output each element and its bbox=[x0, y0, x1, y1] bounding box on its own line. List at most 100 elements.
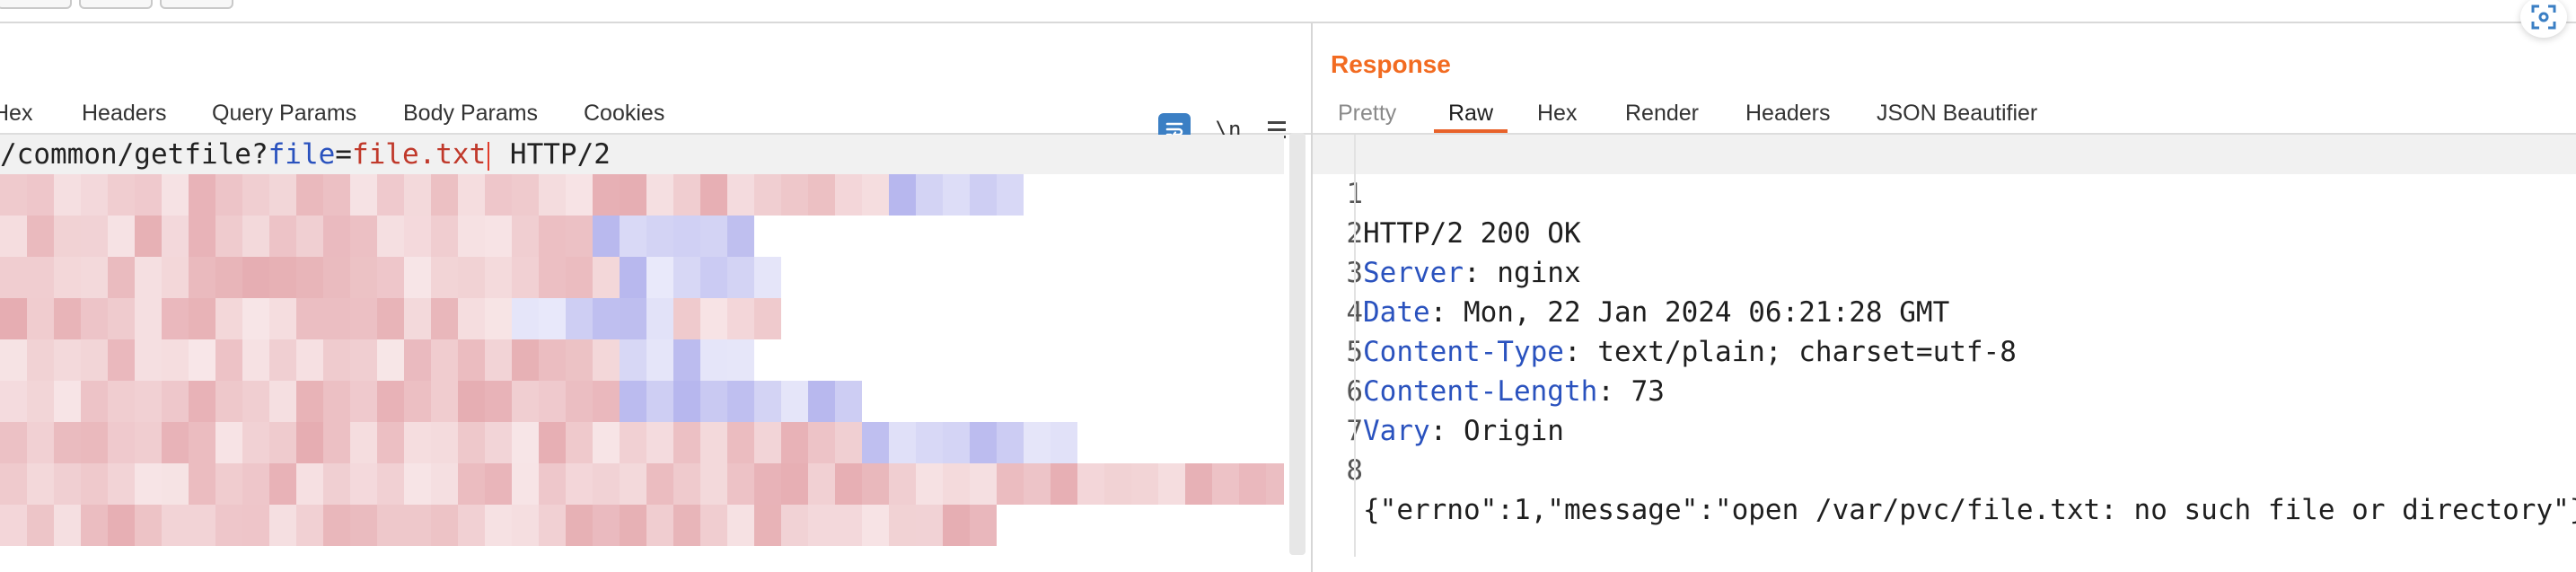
redaction-pixel bbox=[593, 381, 620, 422]
response-raw-view[interactable]: 1 HTTP/2 200 OK 2 Server: nginx 3 Date: … bbox=[1313, 135, 2576, 526]
redaction-pixel bbox=[727, 298, 754, 339]
redaction-pixel bbox=[808, 463, 835, 505]
redaction-pixel bbox=[81, 505, 108, 546]
redaction-pixel bbox=[673, 174, 700, 216]
redaction-pixel bbox=[620, 216, 646, 257]
redaction-pixel bbox=[593, 174, 620, 216]
redaction-pixel bbox=[673, 463, 700, 505]
redaction-pixel bbox=[27, 339, 54, 381]
response-tab-hex[interactable]: Hex bbox=[1537, 95, 1577, 131]
query-param-key: file bbox=[268, 138, 336, 171]
top-button-3[interactable] bbox=[160, 0, 233, 9]
redaction-pixel bbox=[350, 216, 377, 257]
request-tab-body-params[interactable]: Body Params bbox=[403, 95, 538, 131]
redaction-pixel bbox=[27, 216, 54, 257]
redaction-pixel bbox=[0, 463, 27, 505]
redaction-pixel bbox=[727, 174, 754, 216]
request-tab-cookies[interactable]: Cookies bbox=[584, 95, 664, 131]
redaction-pixel bbox=[808, 422, 835, 463]
top-button-1[interactable] bbox=[0, 0, 72, 9]
redaction-pixel bbox=[0, 505, 27, 546]
redaction-pixel bbox=[808, 381, 835, 422]
redaction-pixel bbox=[566, 257, 593, 298]
redaction-pixel bbox=[512, 298, 539, 339]
redaction-pixel bbox=[566, 463, 593, 505]
response-tab-json-beautifier[interactable]: JSON Beautifier bbox=[1877, 95, 2037, 131]
redaction-pixel bbox=[889, 422, 916, 463]
redaction-pixel bbox=[162, 216, 189, 257]
request-tab-query-params[interactable]: Query Params bbox=[212, 95, 356, 131]
request-scrollbar[interactable] bbox=[1289, 133, 1306, 555]
redaction-pixel bbox=[835, 381, 862, 422]
response-tab-pretty[interactable]: Pretty bbox=[1338, 95, 1396, 131]
redaction-pixel bbox=[835, 422, 862, 463]
redaction-pixel bbox=[269, 422, 296, 463]
redaction-pixel bbox=[269, 174, 296, 216]
redaction-pixel bbox=[135, 339, 162, 381]
top-button-2[interactable] bbox=[79, 0, 153, 9]
redaction-pixel bbox=[781, 463, 808, 505]
redaction-pixel bbox=[889, 463, 916, 505]
redaction-pixel bbox=[54, 216, 81, 257]
redaction-pixel bbox=[727, 422, 754, 463]
redaction-pixel bbox=[215, 505, 242, 546]
redaction-pixel bbox=[323, 381, 350, 422]
redaction-pixel bbox=[620, 257, 646, 298]
redaction-pixel bbox=[566, 422, 593, 463]
redaction-pixel bbox=[269, 463, 296, 505]
redaction-pixel bbox=[81, 339, 108, 381]
response-title: Response bbox=[1331, 50, 1451, 78]
redaction-pixel bbox=[350, 339, 377, 381]
redaction-pixel bbox=[539, 339, 566, 381]
response-tab-headers[interactable]: Headers bbox=[1745, 95, 1831, 131]
redaction-pixel bbox=[512, 381, 539, 422]
request-tab-hex[interactable]: Hex bbox=[0, 95, 32, 131]
redaction-pixel bbox=[135, 216, 162, 257]
redaction-pixel bbox=[916, 505, 943, 546]
redaction-pixel bbox=[431, 298, 458, 339]
redaction-pixel bbox=[296, 174, 323, 216]
redaction-pixel bbox=[673, 339, 700, 381]
redaction-pixel bbox=[0, 174, 27, 216]
redaction-pixel bbox=[162, 339, 189, 381]
redaction-pixel bbox=[377, 505, 404, 546]
redaction-pixel bbox=[215, 381, 242, 422]
redaction-pixel bbox=[323, 463, 350, 505]
redaction-pixel bbox=[620, 298, 646, 339]
redaction-pixel bbox=[700, 422, 727, 463]
redaction-pixel bbox=[108, 505, 135, 546]
redaction-pixel bbox=[431, 505, 458, 546]
redaction-pixel bbox=[889, 505, 916, 546]
redaction-pixel bbox=[808, 174, 835, 216]
response-tab-raw[interactable]: Raw bbox=[1433, 95, 1508, 133]
request-line[interactable]: /common/getfile?file=file.txt HTTP/2 bbox=[0, 135, 1284, 174]
redaction-pixel bbox=[189, 422, 215, 463]
redaction-pixel bbox=[458, 422, 485, 463]
redaction-pixel bbox=[350, 257, 377, 298]
redaction-pixel bbox=[215, 298, 242, 339]
redaction-pixel bbox=[458, 505, 485, 546]
redaction-pixel bbox=[296, 339, 323, 381]
redaction-pixel bbox=[431, 422, 458, 463]
redaction-pixel bbox=[485, 298, 512, 339]
redaction-pixel bbox=[997, 422, 1024, 463]
response-tab-bar: Pretty Raw Hex Render Headers JSON Beaut… bbox=[1313, 95, 2576, 135]
redaction-pixel bbox=[350, 422, 377, 463]
request-tab-headers[interactable]: Headers bbox=[82, 95, 167, 131]
redaction-pixel bbox=[108, 174, 135, 216]
redaction-pixel bbox=[593, 257, 620, 298]
redaction-pixel bbox=[296, 463, 323, 505]
redaction-pixel bbox=[943, 174, 970, 216]
redaction-pixel bbox=[970, 463, 997, 505]
redaction-pixel bbox=[377, 463, 404, 505]
redaction-pixel bbox=[189, 298, 215, 339]
redaction-pixel bbox=[646, 174, 673, 216]
redaction-pixel bbox=[431, 463, 458, 505]
redaction-pixel bbox=[1051, 463, 1077, 505]
redaction-pixel bbox=[1212, 463, 1239, 505]
redaction-pixel bbox=[189, 174, 215, 216]
line-number-gutter bbox=[1354, 135, 1356, 557]
redaction-pixel bbox=[404, 381, 431, 422]
redaction-pixel bbox=[242, 422, 269, 463]
response-tab-render[interactable]: Render bbox=[1625, 95, 1699, 131]
